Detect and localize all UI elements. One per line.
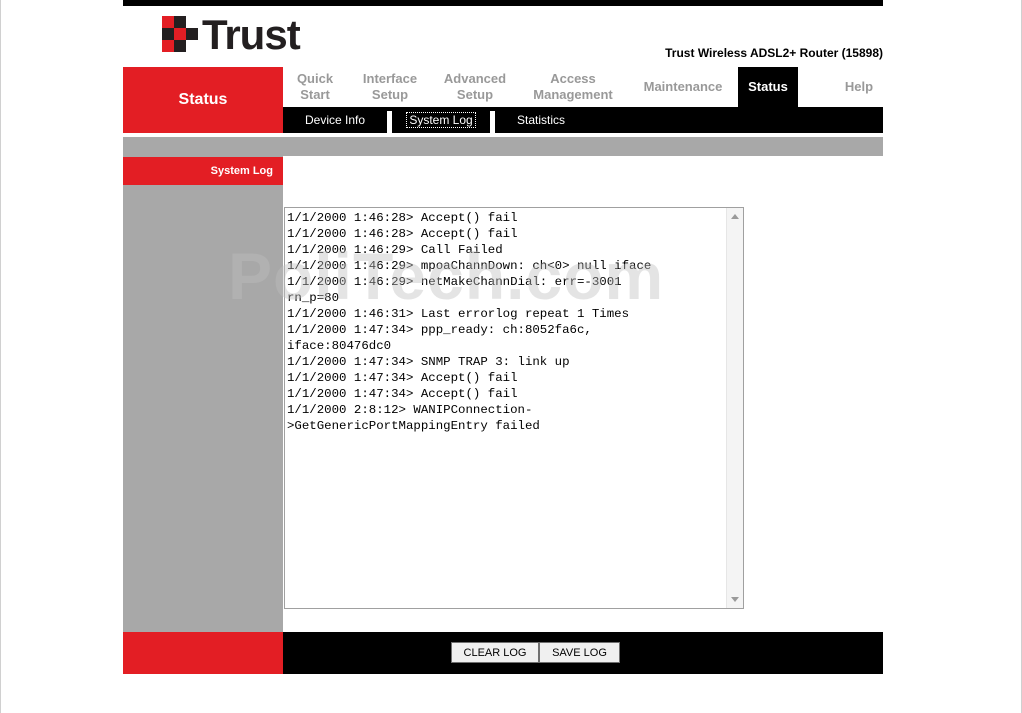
save-log-button[interactable]: SAVE LOG — [539, 642, 620, 663]
nav-help[interactable]: Help — [823, 67, 895, 107]
section-label: System Log — [123, 157, 283, 185]
nav-quick-start[interactable]: Quick Start — [283, 67, 347, 107]
nav-interface-setup[interactable]: Interface Setup — [353, 67, 427, 107]
arrow-up-icon[interactable] — [731, 214, 739, 219]
nav-label: Help — [844, 79, 874, 94]
subnav-device-info[interactable]: Device Info — [283, 107, 387, 133]
nav-label: Status — [748, 79, 788, 94]
log-scrollbar[interactable] — [726, 208, 743, 608]
subnav-label: System Log — [406, 112, 476, 128]
top-bar — [123, 0, 883, 6]
footer-left-block — [123, 632, 283, 674]
main-nav: Quick Start Interface Setup Advanced Set… — [283, 67, 883, 107]
subnav-statistics[interactable]: Statistics — [495, 107, 587, 133]
subnav-system-log[interactable]: System Log — [392, 107, 490, 133]
subnav-label: Statistics — [516, 113, 565, 127]
nav-label: Quick Start — [296, 71, 334, 102]
sub-nav: Device Info System Log Statistics — [283, 107, 883, 133]
nav-status[interactable]: Status — [738, 67, 798, 107]
window-left-edge — [0, 0, 1, 713]
logo-text: Trust — [202, 11, 301, 58]
gray-band — [123, 137, 883, 156]
trust-logo[interactable]: Trust — [162, 11, 301, 58]
log-text[interactable]: 1/1/2000 1:46:28> Accept() fail 1/1/2000… — [287, 210, 727, 434]
product-name: Trust Wireless ADSL2+ Router (15898) — [665, 46, 883, 60]
trust-logo-icon — [162, 16, 198, 52]
nav-label: Interface Setup — [362, 71, 418, 102]
nav-access-management[interactable]: Access Management — [525, 67, 621, 107]
nav-label: Access Management — [533, 71, 613, 102]
nav-advanced-setup[interactable]: Advanced Setup — [435, 67, 515, 107]
left-section-title: Status — [123, 67, 283, 133]
nav-maintenance[interactable]: Maintenance — [633, 67, 733, 107]
subnav-label: Device Info — [304, 113, 366, 127]
system-log-textarea[interactable]: 1/1/2000 1:46:28> Accept() fail 1/1/2000… — [284, 207, 744, 609]
left-column — [123, 156, 283, 632]
clear-log-button[interactable]: CLEAR LOG — [451, 642, 539, 663]
arrow-down-icon[interactable] — [731, 597, 739, 602]
nav-label: Advanced Setup — [443, 71, 507, 102]
nav-label: Maintenance — [643, 79, 723, 94]
